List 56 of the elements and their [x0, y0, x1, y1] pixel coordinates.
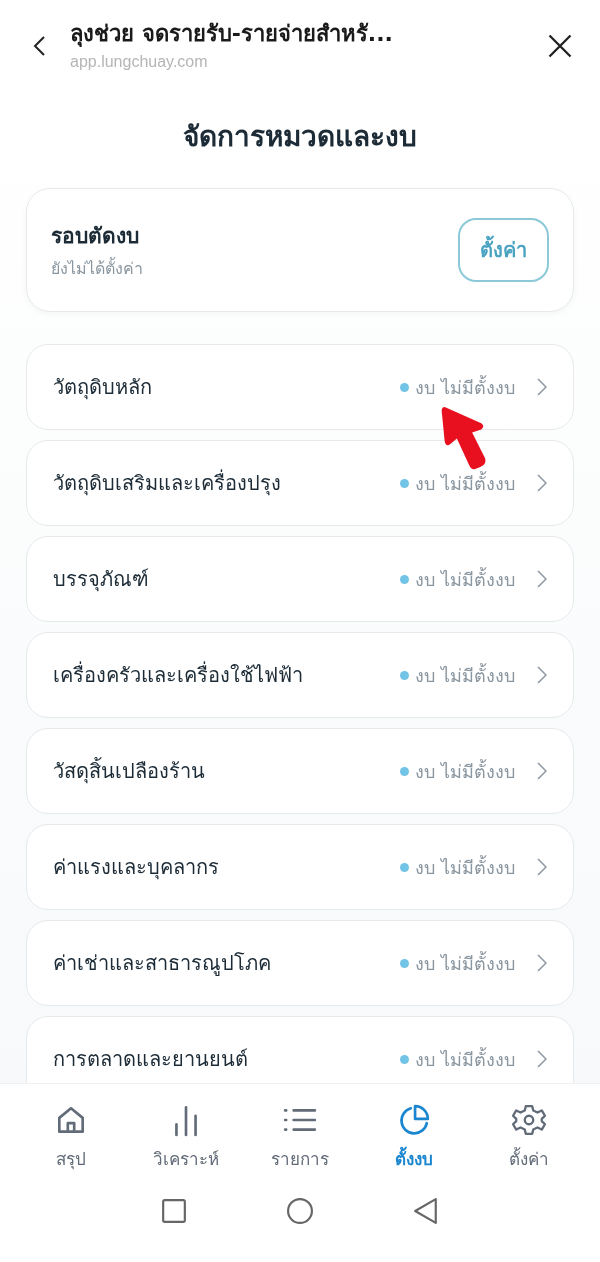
nav-tab[interactable]: สรุป [21, 1102, 122, 1172]
chevron-icon [537, 666, 547, 684]
page-title: ลุงช่วย จดรายรับ-รายจ่ายสำหรั... [70, 20, 394, 49]
status-dot-icon [400, 670, 410, 680]
chevron-icon [537, 762, 547, 780]
category-name: ค่าเช่าและสาธารณูปโภค [53, 950, 271, 978]
category-row[interactable]: วัตถุดิบหลัก งบ ไม่มีตั้งงบ [26, 344, 574, 430]
chevron-icon [537, 1050, 547, 1068]
status-dot-icon [400, 1054, 410, 1064]
category-row[interactable]: เครื่องครัวและเครื่องใช้ไฟฟ้า งบ ไม่มีตั้งงบ [26, 632, 574, 718]
nav-tab[interactable]: วิเคราะห์ [135, 1102, 236, 1172]
category-name: การตลาดและยานยนต์ [53, 1046, 248, 1073]
pie-chart-icon [397, 1102, 432, 1137]
section-heading: จัดการหมวดและงบ [182, 119, 418, 155]
nav-tab[interactable]: ตั้งงบ [364, 1102, 465, 1172]
category-row[interactable]: วัตถุดิบเสริมและเครื่องปรุง งบ ไม่มีตั้งงบ [26, 440, 574, 526]
budget-status: งบ ไม่มีตั้งงบ [415, 374, 515, 400]
category-name: ค่าแรงและบุคลากร [53, 854, 219, 882]
budget-status: งบ ไม่มีตั้งงบ [415, 950, 515, 976]
close-icon[interactable] [546, 32, 574, 60]
chevron-icon [537, 570, 547, 588]
category-name: บรรจุภัณฑ์ [53, 566, 149, 594]
category-row[interactable]: การตลาดและยานยนต์ งบ ไม่มีตั้งงบ [26, 1016, 574, 1083]
budget-status: งบ ไม่มีตั้งงบ [415, 470, 515, 496]
home-circle-icon[interactable] [287, 1198, 313, 1224]
category-row[interactable]: วัสดุสิ้นเปลืองร้าน งบ ไม่มีตั้งงบ [26, 728, 574, 814]
budget-status: งบ ไม่มีตั้งงบ [415, 662, 515, 688]
budget-status: งบ ไม่มีตั้งงบ [415, 566, 515, 592]
status-dot-icon [400, 862, 410, 872]
category-name: วัตถุดิบเสริมและเครื่องปรุง [53, 468, 281, 498]
chevron-icon [537, 474, 547, 492]
nav-tab[interactable]: ตั้งค่า [478, 1102, 579, 1172]
nav-tab[interactable]: รายการ [249, 1102, 350, 1172]
status-dot-icon [400, 958, 410, 968]
cycle-label: รอบตัดงบ [51, 223, 140, 250]
settings-icon [511, 1102, 546, 1137]
category-row[interactable]: บรรจุภัณฑ์ งบ ไม่มีตั้งงบ [26, 536, 574, 622]
category-name: วัตถุดิบหลัก [53, 374, 152, 402]
budget-status: งบ ไม่มีตั้งงบ [415, 1046, 515, 1072]
status-dot-icon [400, 574, 410, 584]
chevron-icon [537, 378, 547, 396]
status-dot-icon [400, 382, 410, 392]
url-text: app.lungchuay.com [70, 53, 209, 71]
back-triangle-icon[interactable] [413, 1198, 439, 1224]
cycle-status: ยังไม่ได้ตั้งค่า [51, 256, 143, 280]
recent-apps-icon[interactable] [161, 1198, 187, 1224]
category-name: วัสดุสิ้นเปลืองร้าน [53, 756, 205, 786]
chevron-icon [537, 858, 547, 876]
category-row[interactable]: ค่าเช่าและสาธารณูปโภค งบ ไม่มีตั้งงบ [26, 920, 574, 1006]
status-dot-icon [400, 478, 410, 488]
category-name: เครื่องครัวและเครื่องใช้ไฟฟ้า [53, 660, 303, 689]
budget-status: งบ ไม่มีตั้งงบ [415, 854, 515, 880]
chevron-icon [537, 954, 547, 972]
category-row[interactable]: ค่าแรงและบุคลากร งบ ไม่มีตั้งงบ [26, 824, 574, 910]
budget-status: งบ ไม่มีตั้งงบ [415, 758, 515, 784]
status-dot-icon [400, 766, 410, 776]
